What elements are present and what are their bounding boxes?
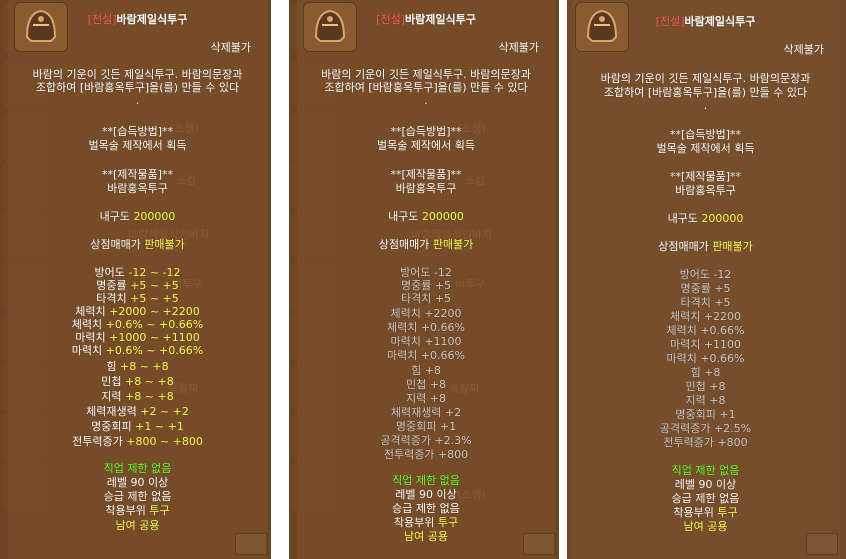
- gender-restriction: 남여 공용: [404, 530, 448, 543]
- item-description: 조합하여 [바람홍옥투구]을(를) 만들 수 있다: [35, 81, 240, 94]
- stat-line: 힘 +8 ~ +8: [106, 360, 169, 373]
- item-description: 조합하여 [바람홍옥투구]을(를) 만들 수 있다: [324, 81, 528, 94]
- stat-line: 체력치 +0.66%: [386, 321, 466, 334]
- equip-slot: 착용부위 투구: [673, 506, 738, 519]
- stat-line: 민첩 +8: [685, 380, 726, 393]
- promotion-restriction: 승급 제한 없음: [392, 502, 460, 515]
- item-tooltip: [전설]바람제일식투구 삭제불가 바람의 기운이 깃든 제일식투구. 바람의문장…: [297, 0, 555, 559]
- stat-line: 민첩 +8 ~ +8: [101, 375, 174, 388]
- stat-line: 전투력증가 +800: [663, 436, 748, 449]
- acquire-method-value: 벌목술 제작에서 획득: [88, 139, 187, 152]
- item-tooltip: [전설]바람제일식투구 삭제불가 바람의 기운이 깃든 제일식투구. 바람의문장…: [571, 0, 840, 559]
- stat-line: 힘 +8: [690, 366, 721, 379]
- stat-line: 공격력증가 +2.3%: [380, 434, 472, 447]
- item-description: 바람의 기운이 깃든 제일식투구. 바람의문장과: [321, 68, 531, 81]
- shop-price: 상점매매가 판매불가: [378, 238, 474, 251]
- stat-line: 방어도 -12: [679, 268, 732, 281]
- item-description: 바람의 기운이 깃든 제일식투구. 바람의문장과: [600, 72, 811, 85]
- craft-item-value: 바람홍옥투구: [107, 182, 168, 195]
- window-button[interactable]: [806, 533, 838, 555]
- stat-line: 방어도 -12: [400, 266, 452, 279]
- stat-line: 명중회피 +1: [675, 408, 736, 421]
- level-requirement: 레벨 90 이상: [674, 478, 737, 491]
- stat-line: 타격치 +5: [400, 292, 452, 305]
- acquire-method-value: 벌목술 제작에서 획득: [656, 142, 755, 155]
- stat-line: 지력 +8: [406, 392, 446, 405]
- craft-item-value: 바람홍옥투구: [395, 182, 457, 195]
- stat-line: 지력 +8: [685, 394, 726, 407]
- job-restriction: 직업 제한 없음: [103, 462, 172, 475]
- window-button[interactable]: [523, 533, 555, 555]
- trade-restriction: 삭제불가: [210, 41, 251, 54]
- stat-line: 명중률 +5: [400, 279, 452, 292]
- item-description: .: [703, 99, 708, 112]
- item-tooltip: [전설]바람제일식투구 삭제불가 바람의 기운이 깃든 제일식투구. 바람의문장…: [8, 0, 267, 559]
- job-restriction: 직업 제한 없음: [671, 464, 740, 477]
- stat-line: 체력재생력 +2: [390, 406, 462, 419]
- craft-item-value: 바람홍옥투구: [675, 184, 736, 197]
- item-description: .: [135, 94, 140, 107]
- stat-line: 체력치 +2000 ~ +2200: [75, 305, 200, 318]
- job-restriction: 직업 제한 없음: [392, 474, 460, 487]
- stat-line: 명중률 +5: [680, 282, 731, 295]
- shop-price: 상점매매가 판매불가: [90, 238, 185, 251]
- stat-line: 체력재생력 +2 ~ +2: [86, 405, 189, 418]
- stat-line: 체력치 +2200: [669, 310, 742, 323]
- stat-line: 체력치 +0.66%: [666, 324, 745, 337]
- durability: 내구도 200000: [99, 210, 176, 223]
- stat-line: 공격력증가 +2.5%: [659, 422, 752, 435]
- item-description: 조합하여 [바람홍옥투구]을(를) 만들 수 있다: [603, 86, 808, 99]
- stat-line: 명중회피 +1 ~ +1: [91, 420, 184, 433]
- level-requirement: 레벨 90 이상: [395, 488, 457, 501]
- acquire-method-heading: **[습득방법]**: [101, 125, 174, 138]
- acquire-method-heading: **[습득방법]**: [390, 125, 462, 138]
- craft-item-heading: **[제작물품]**: [390, 168, 462, 181]
- durability: 내구도 200000: [388, 210, 464, 223]
- gender-restriction: 남여 공용: [683, 520, 728, 533]
- stat-line: 민첩 +8: [406, 378, 446, 391]
- craft-item-heading: **[제작물품]**: [669, 170, 742, 183]
- stat-line: 타격치 +5 ~ +5: [96, 292, 179, 305]
- gender-restriction: 남여 공용: [115, 519, 160, 532]
- item-tooltip-panel-1: (소생) 소갑 바람제일식인바지 비투구 속팔찌 [전설]바람제일식투구 삭제불…: [0, 0, 271, 559]
- stat-line: 체력치 +0.6% ~ +0.66%: [71, 318, 204, 331]
- window-button[interactable]: [235, 533, 267, 555]
- promotion-restriction: 승급 제한 없음: [671, 492, 740, 505]
- stat-line: 마력치 +0.66%: [666, 352, 745, 365]
- stat-line: 타격치 +5: [680, 296, 731, 309]
- acquire-method-heading: **[습득방법]**: [669, 128, 742, 141]
- stat-line: 마력치 +1100: [390, 335, 462, 348]
- stat-line: 마력치 +1000 ~ +1100: [75, 331, 200, 344]
- item-title: [전설]바람제일식투구: [376, 13, 476, 26]
- trade-restriction: 삭제불가: [783, 43, 824, 56]
- item-title: [전설]바람제일식투구: [87, 13, 188, 26]
- stat-line: 지력 +8 ~ +8: [101, 390, 174, 403]
- acquire-method-value: 벌목술 제작에서 획득: [376, 139, 476, 152]
- item-description: .: [424, 94, 428, 107]
- stat-line: 마력치 +0.66%: [386, 349, 466, 362]
- shop-price: 상점매매가 판매불가: [658, 240, 753, 253]
- stat-line: 명중률 +5 ~ +5: [96, 279, 179, 292]
- item-title: [전설]바람제일식투구: [655, 15, 756, 28]
- item-tooltip-panel-3: [전설]바람제일식투구 삭제불가 바람의 기운이 깃든 제일식투구. 바람의문장…: [567, 0, 846, 559]
- craft-item-heading: **[제작물품]**: [101, 168, 174, 181]
- item-description: 바람의 기운이 깃든 제일식투구. 바람의문장과: [32, 68, 243, 81]
- stat-line: 마력치 +1100: [669, 338, 742, 351]
- stat-line: 방어도 -12 ~ -12: [94, 266, 181, 279]
- equip-slot: 착용부위 투구: [105, 504, 170, 517]
- stat-line: 명중회피 +1: [395, 420, 457, 433]
- stat-line: 체력치 +2200: [390, 307, 462, 320]
- durability: 내구도 200000: [667, 212, 744, 225]
- stat-line: 힘 +8: [411, 364, 441, 377]
- equip-slot: 착용부위 투구: [393, 516, 459, 529]
- item-tooltip-panel-2: (소생) 소갑 바람제일식인바지 비투구 속팔찌 (소생) [전설]바람제일식투…: [289, 0, 559, 559]
- stat-line: 마력치 +0.6% ~ +0.66%: [71, 344, 204, 357]
- trade-restriction: 삭제불가: [498, 41, 539, 54]
- stat-line: 전투력증가 +800: [383, 448, 469, 461]
- level-requirement: 레벨 90 이상: [106, 476, 169, 489]
- stat-line: 전투력증가 +800 ~ +800: [72, 435, 203, 448]
- promotion-restriction: 승급 제한 없음: [103, 490, 172, 503]
